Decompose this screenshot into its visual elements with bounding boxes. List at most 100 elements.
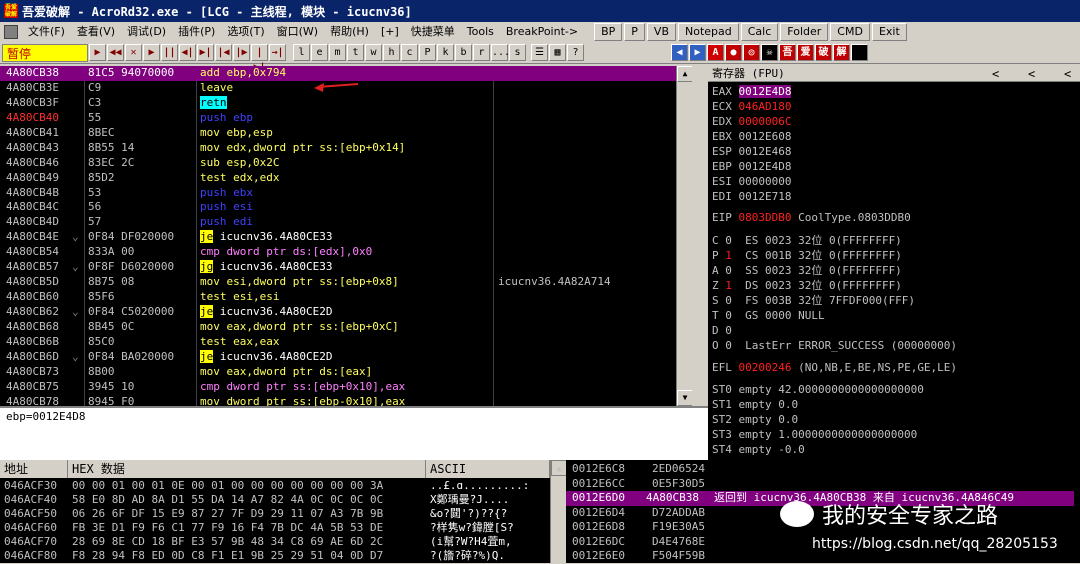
window-button-P[interactable]: P — [419, 44, 436, 61]
register-line[interactable]: ST0 empty 42.0000000000000000000 — [712, 382, 924, 397]
register-line[interactable]: C 0 ES 0023 32位 0(FFFFFFFF) — [712, 233, 902, 248]
window-button-...[interactable]: ... — [491, 44, 510, 61]
register-line[interactable]: ESP 0012E468 — [712, 144, 791, 159]
nav-left-icon[interactable]: < — [1028, 66, 1035, 82]
plugin-button-exit[interactable]: Exit — [871, 23, 907, 41]
plugin-icon[interactable]: ● — [725, 44, 742, 61]
menu-item[interactable]: 文件(F) — [22, 23, 71, 41]
disasm-row[interactable]: 4A80CB43 8B55 14 mov edx,dword ptr ss:[ebp… — [0, 141, 692, 156]
window-button-l[interactable]: l — [293, 44, 310, 61]
register-line[interactable]: P 1 CS 001B 32位 0(FFFFFFFF) — [712, 248, 902, 263]
disasm-row[interactable]: 4A80CB46 83EC 2C sub esp,0x2C — [0, 156, 692, 171]
register-line[interactable]: ESI 00000000 — [712, 174, 791, 189]
menu-item[interactable]: [+] — [375, 23, 405, 41]
plugin-button-notepad[interactable]: Notepad — [678, 23, 739, 41]
disasm-row[interactable]: 4A80CB6B 85C0 test eax,eax — [0, 335, 692, 350]
nav-left-icon[interactable]: < — [992, 66, 999, 82]
register-line[interactable]: EDX 0000006C — [712, 114, 791, 129]
window-button-c[interactable]: c — [401, 44, 418, 61]
disasm-row[interactable]: 4A80CB49 85D2 test edx,edx — [0, 171, 692, 186]
disasm-row[interactable]: 4A80CB62 ⌄ 0F84 C5020000 je icucnv36.4A80CE… — [0, 305, 692, 320]
menu-item[interactable]: 窗口(W) — [271, 23, 324, 41]
register-value[interactable]: 1 — [725, 249, 732, 262]
col-address[interactable]: 地址 — [0, 460, 68, 478]
toolbar-button[interactable]: ◀| — [179, 44, 196, 61]
register-line[interactable]: ST3 empty 1.0000000000000000000 — [712, 427, 917, 442]
dump-row[interactable]: 046ACF60 FB 3E D1 F9 F6 C1 77 F9 16 F4 7B… — [4, 521, 550, 535]
toolbar-button[interactable]: ◀◀ — [107, 44, 124, 61]
toolbar-extra-button[interactable]: ▦ — [549, 44, 566, 61]
menu-item[interactable]: 调试(D) — [121, 23, 172, 41]
toolbar-button[interactable]: |◀ — [215, 44, 232, 61]
plugin-icon[interactable]: ◀ — [671, 44, 688, 61]
register-value[interactable]: 046AD180 — [739, 100, 792, 113]
register-line[interactable]: ST1 empty 0.0 — [712, 397, 798, 412]
toolbar-button[interactable]: |▶| — [251, 44, 268, 73]
window-button-s[interactable]: s — [509, 44, 526, 61]
window-button-w[interactable]: w — [365, 44, 382, 61]
window-button-e[interactable]: e — [311, 44, 328, 61]
disasm-row[interactable]: 4A80CB3F C3 retn — [0, 95, 692, 111]
disasm-row[interactable]: 4A80CB38 81C5 94070000 add ebp,0x794 — [0, 66, 692, 81]
toolbar-button[interactable]: ▶ — [143, 44, 160, 61]
col-hex[interactable]: HEX 数据 — [68, 460, 426, 478]
menu-item[interactable]: BreakPoint-> — [500, 23, 584, 41]
register-line[interactable]: EIP 0803DDB0 CoolType.0803DDB0 — [712, 210, 911, 225]
disasm-row[interactable]: 4A80CB4D 57 push edi — [0, 215, 692, 230]
window-button-m[interactable]: m — [329, 44, 346, 61]
toolbar-button[interactable]: →| — [269, 44, 286, 61]
disasm-row[interactable]: 4A80CB54 833A 00 cmp dword ptr ds:[edx],0x… — [0, 245, 692, 260]
col-ascii[interactable]: ASCII — [426, 460, 550, 478]
register-line[interactable]: EBX 0012E608 — [712, 129, 791, 144]
register-line[interactable]: EFL 00200246 (NO,NB,E,BE,NS,PE,GE,LE) — [712, 360, 957, 375]
dump-row[interactable]: 046ACF40 58 E0 8D AD 8A D1 55 DA 14 A7 82… — [4, 493, 550, 507]
stack-row[interactable]: 0012E6C8 2ED06524 — [572, 462, 1080, 477]
plugin-icon[interactable]: ☠ — [761, 44, 778, 61]
disasm-row[interactable]: 4A80CB40 55 push ebp — [0, 111, 692, 126]
register-value[interactable]: 00200246 — [739, 361, 792, 374]
toolbar-extra-button[interactable]: ? — [567, 44, 584, 61]
stack-row[interactable]: 0012E6CC 0E5F30D5 — [572, 477, 1080, 492]
disasm-row[interactable]: 4A80CB41 8BEC mov ebp,esp — [0, 126, 692, 141]
plugin-icon[interactable]: 爱 — [797, 44, 814, 61]
toolbar-button[interactable]: ✕ — [125, 44, 142, 61]
scroll-up-icon[interactable]: ▲ — [677, 66, 692, 82]
disasm-row[interactable]: 4A80CB78 8945 F0 mov dword ptr ss:[ebp-0x1… — [0, 395, 692, 406]
menu-item[interactable]: 查看(V) — [71, 23, 121, 41]
register-value[interactable]: 0000006C — [739, 115, 792, 128]
register-line[interactable]: S 0 FS 003B 32位 7FFDF000(FFF) — [712, 293, 915, 308]
window-button-t[interactable]: t — [347, 44, 364, 61]
window-button-b[interactable]: b — [455, 44, 472, 61]
window-button-k[interactable]: k — [437, 44, 454, 61]
scroll-up-icon[interactable]: ▲ — [551, 460, 567, 476]
register-line[interactable]: EDI 0012E718 — [712, 189, 791, 204]
register-line[interactable]: ECX 046AD180 — [712, 99, 791, 114]
register-line[interactable]: ST4 empty -0.0 — [712, 442, 805, 457]
register-value[interactable]: 1 — [725, 279, 732, 292]
plugin-icon[interactable] — [851, 44, 868, 61]
register-value[interactable]: 0012E4D8 — [738, 85, 792, 98]
disasm-row[interactable]: 4A80CB4C 56 push esi — [0, 200, 692, 215]
system-menu-icon[interactable] — [4, 25, 18, 39]
toolbar-extra-button[interactable]: ☰ — [531, 44, 548, 61]
register-line[interactable]: T 0 GS 0000 NULL — [712, 308, 825, 323]
dump-row[interactable]: 046ACF80 F8 28 94 F8 ED 0D C8 F1 E1 9B 25… — [4, 549, 550, 563]
register-line[interactable]: A 0 SS 0023 32位 0(FFFFFFFF) — [712, 263, 902, 278]
plugin-icon[interactable]: ◎ — [743, 44, 760, 61]
menu-item[interactable]: 插件(P) — [172, 23, 221, 41]
register-line[interactable]: EBP 0012E4D8 — [712, 159, 791, 174]
disasm-row[interactable]: 4A80CB75 3945 10 cmp dword ptr ss:[ebp+0x1… — [0, 380, 692, 395]
cpu-disassembly-pane[interactable]: 4A80CB38 81C5 94070000 add ebp,0x794 4A80CB… — [0, 66, 692, 406]
plugin-icon[interactable]: 破 — [815, 44, 832, 61]
register-value[interactable]: 0803DDB0 — [739, 211, 792, 224]
plugin-button-p[interactable]: P — [624, 23, 645, 41]
dump-scrollbar[interactable]: ▲ — [550, 460, 567, 563]
menu-item[interactable]: 快捷菜单 — [405, 23, 461, 41]
window-button-h[interactable]: h — [383, 44, 400, 61]
disasm-row[interactable]: 4A80CB4B 53 push ebx — [0, 186, 692, 201]
memory-dump-pane[interactable]: 地址 HEX 数据 ASCII 046ACF30 00 00 01 00 01 0… — [0, 460, 567, 563]
plugin-icon[interactable]: ▶ — [689, 44, 706, 61]
toolbar-button[interactable]: |▶ — [233, 44, 250, 61]
dump-row[interactable]: 046ACF50 06 26 6F DF 15 E9 87 27 7F D9 29… — [4, 507, 550, 521]
plugin-icon[interactable]: 解 — [833, 44, 850, 61]
